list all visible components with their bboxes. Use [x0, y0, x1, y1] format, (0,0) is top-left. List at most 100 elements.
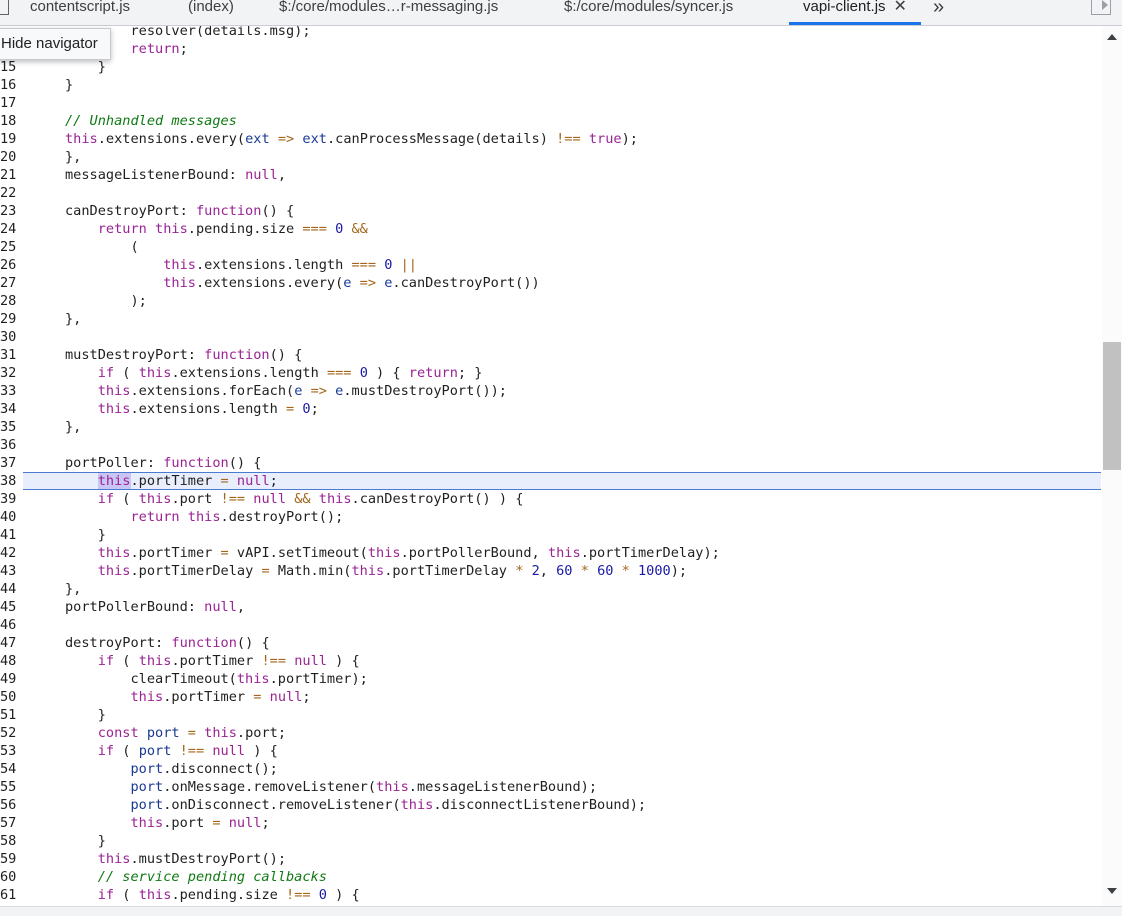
- line-number[interactable]: 31: [0, 346, 16, 364]
- tab-syncer[interactable]: $:/core/modules/syncer.js: [564, 0, 733, 20]
- line-number[interactable]: 30: [0, 328, 16, 346]
- code-line[interactable]: port.disconnect();: [65, 760, 277, 778]
- line-number[interactable]: 58: [0, 832, 16, 850]
- code-line[interactable]: },: [65, 310, 81, 328]
- code-line[interactable]: if ( this.portTimer !== null ) {: [65, 652, 360, 670]
- code-line[interactable]: portPollerBound: null,: [65, 598, 245, 616]
- code-line[interactable]: this.extensions.length === 0 ||: [65, 256, 417, 274]
- code-line[interactable]: this.portTimer = vAPI.setTimeout(this.po…: [65, 544, 720, 562]
- line-number[interactable]: 35: [0, 418, 16, 436]
- code-line[interactable]: if ( port !== null ) {: [65, 742, 278, 760]
- line-number[interactable]: 59: [0, 850, 16, 868]
- line-number[interactable]: 29: [0, 310, 16, 328]
- code-line[interactable]: },: [65, 580, 81, 598]
- code-line[interactable]: // Unhandled messages: [65, 112, 237, 130]
- line-number[interactable]: 32: [0, 364, 16, 382]
- line-number[interactable]: 28: [0, 292, 16, 310]
- line-number[interactable]: 56: [0, 796, 16, 814]
- navigator-toggle-icon[interactable]: [0, 0, 12, 17]
- code-line[interactable]: (: [65, 238, 138, 256]
- scroll-down-arrow-icon[interactable]: [1107, 888, 1117, 894]
- line-number[interactable]: 17: [0, 94, 16, 112]
- line-number[interactable]: 48: [0, 652, 16, 670]
- line-number[interactable]: 23: [0, 202, 16, 220]
- code-line[interactable]: );: [65, 292, 146, 310]
- code-line[interactable]: this.extensions.every(e => e.canDestroyP…: [65, 274, 540, 292]
- code-line[interactable]: destroyPort: function() {: [65, 634, 270, 652]
- line-number[interactable]: 51: [0, 706, 16, 724]
- line-number[interactable]: 25: [0, 238, 16, 256]
- line-number[interactable]: 18: [0, 112, 16, 130]
- code-line[interactable]: // service pending callbacks: [65, 868, 327, 886]
- line-number[interactable]: 44: [0, 580, 16, 598]
- code-line[interactable]: portPoller: function() {: [65, 454, 261, 472]
- code-line[interactable]: messageListenerBound: null,: [65, 166, 286, 184]
- code-line[interactable]: this.portTimerDelay = Math.min(this.port…: [65, 562, 687, 580]
- line-number[interactable]: 50: [0, 688, 16, 706]
- line-number[interactable]: 20: [0, 148, 16, 166]
- line-number[interactable]: 21: [0, 166, 16, 184]
- vertical-scrollbar[interactable]: [1102, 26, 1122, 906]
- line-number[interactable]: 40: [0, 508, 16, 526]
- line-number[interactable]: 39: [0, 490, 16, 508]
- line-number[interactable]: 26: [0, 256, 16, 274]
- line-number[interactable]: 54: [0, 760, 16, 778]
- code-line[interactable]: return this.destroyPort();: [65, 508, 343, 526]
- line-number[interactable]: 24: [0, 220, 16, 238]
- code-line[interactable]: if ( this.pending.size !== 0 ) {: [65, 886, 360, 904]
- line-number[interactable]: 46: [0, 616, 16, 634]
- code-line[interactable]: this.extensions.forEach(e => e.mustDestr…: [65, 382, 507, 400]
- more-tabs-chevron-icon[interactable]: »: [933, 0, 944, 20]
- line-number[interactable]: 49: [0, 670, 16, 688]
- line-number[interactable]: 60: [0, 868, 16, 886]
- scrollbar-thumb[interactable]: [1103, 342, 1121, 470]
- code-line-current[interactable]: this.portTimer = null;: [65, 472, 278, 490]
- code-line[interactable]: this.port = null;: [65, 814, 269, 832]
- line-number[interactable]: 53: [0, 742, 16, 760]
- close-icon[interactable]: ✕: [894, 0, 907, 15]
- code-editor[interactable]: 15 16 17 18 19 20 21 22 23 24 25 26 27 28 29 30 31 32 33 34…: [0, 26, 1102, 906]
- code-line[interactable]: }: [65, 58, 106, 76]
- code-line[interactable]: this.extensions.every(ext => ext.canProc…: [65, 130, 638, 148]
- line-number[interactable]: 52: [0, 724, 16, 742]
- line-number[interactable]: 47: [0, 634, 16, 652]
- scroll-up-arrow-icon[interactable]: [1107, 34, 1117, 40]
- code-line[interactable]: }: [65, 832, 106, 850]
- tab-vapi-client[interactable]: vapi-client.js ✕: [803, 0, 907, 20]
- code-line[interactable]: port.onDisconnect.removeListener(this.di…: [65, 796, 646, 814]
- line-number[interactable]: 27: [0, 274, 16, 292]
- toggle-sidebar-icon[interactable]: [1091, 0, 1111, 15]
- line-number[interactable]: 36: [0, 436, 16, 454]
- line-number[interactable]: 61: [0, 886, 16, 904]
- line-number[interactable]: 34: [0, 400, 16, 418]
- line-number[interactable]: 43: [0, 562, 16, 580]
- code-line[interactable]: if ( this.extensions.length === 0 ) { re…: [65, 364, 483, 382]
- code-line[interactable]: return this.pending.size === 0 &&: [65, 220, 368, 238]
- code-line[interactable]: }: [65, 526, 106, 544]
- line-number[interactable]: 42: [0, 544, 16, 562]
- line-number[interactable]: 15: [0, 58, 16, 76]
- line-number[interactable]: 19: [0, 130, 16, 148]
- code-line[interactable]: canDestroyPort: function() {: [65, 202, 294, 220]
- code-line[interactable]: this.portTimer = null;: [65, 688, 310, 706]
- tab-contentscript[interactable]: contentscript.js: [30, 0, 130, 20]
- code-line[interactable]: this.mustDestroyPort();: [65, 850, 286, 868]
- tab-index[interactable]: (index): [188, 0, 234, 20]
- line-number[interactable]: 55: [0, 778, 16, 796]
- code-line[interactable]: clearTimeout(this.portTimer);: [65, 670, 367, 688]
- code-line[interactable]: }: [65, 76, 73, 94]
- line-number[interactable]: 45: [0, 598, 16, 616]
- line-number[interactable]: 57: [0, 814, 16, 832]
- code-line[interactable]: if ( this.port !== null && this.canDestr…: [65, 490, 524, 508]
- code-line[interactable]: },: [65, 418, 81, 436]
- code-line[interactable]: }: [65, 706, 106, 724]
- line-number[interactable]: 33: [0, 382, 16, 400]
- line-number[interactable]: 37: [0, 454, 16, 472]
- line-number[interactable]: 41: [0, 526, 16, 544]
- line-number[interactable]: 38: [0, 472, 16, 490]
- line-number[interactable]: 22: [0, 184, 16, 202]
- code-line[interactable]: mustDestroyPort: function() {: [65, 346, 302, 364]
- code-line[interactable]: const port = this.port;: [65, 724, 286, 742]
- code-line[interactable]: this.extensions.length = 0;: [65, 400, 319, 418]
- line-number[interactable]: 16: [0, 76, 16, 94]
